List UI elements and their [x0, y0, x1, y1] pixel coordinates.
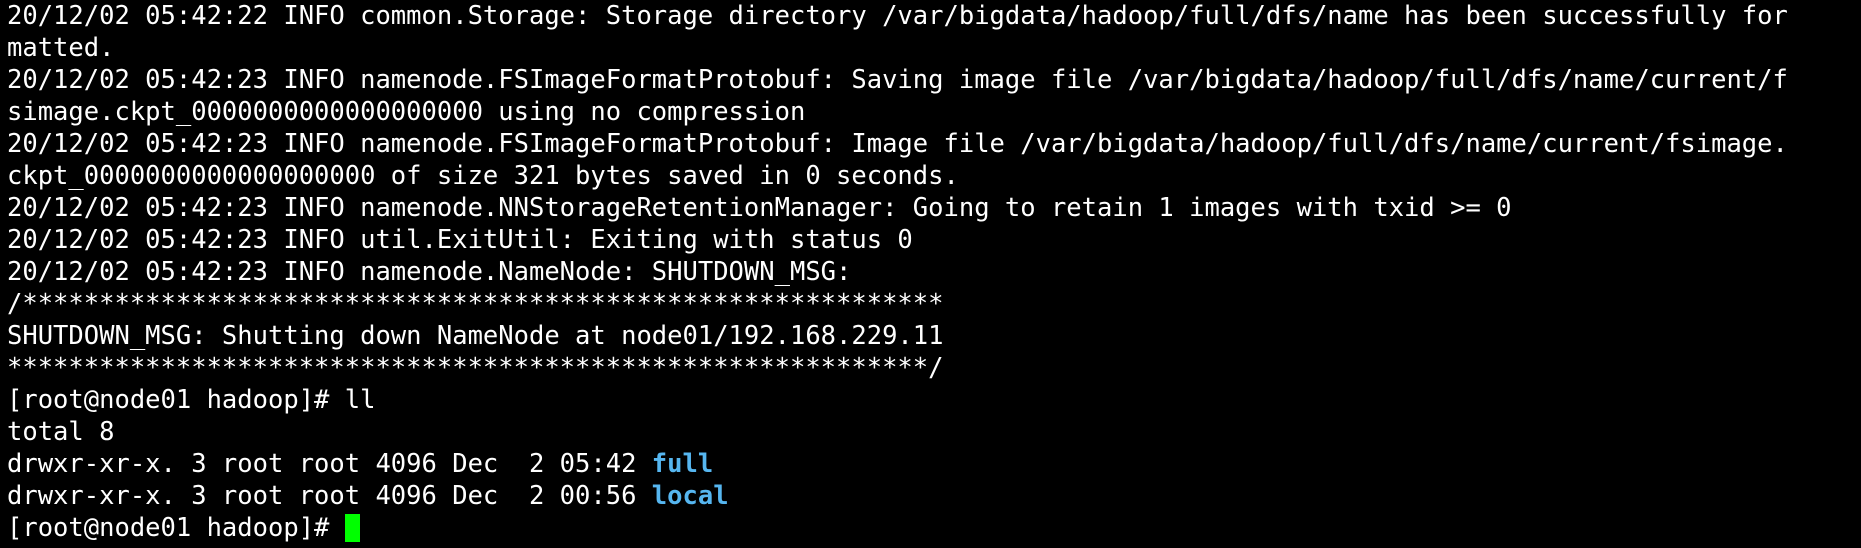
shutdown-message: SHUTDOWN_MSG: Shutting down NameNode at … — [7, 321, 944, 351]
log-line-2: matted. — [7, 33, 115, 63]
prompt-line[interactable]: [root@node01 hadoop]# — [7, 512, 1861, 544]
log-line-1: 20/12/02 05:42:22 INFO common.Storage: S… — [7, 1, 1788, 31]
listing-row-details: drwxr-xr-x. 3 root root 4096 Dec 2 05:42 — [7, 449, 652, 479]
listing-row-details: drwxr-xr-x. 3 root root 4096 Dec 2 00:56 — [7, 481, 652, 511]
directory-name-local: local — [651, 481, 729, 511]
log-line-6: ckpt_0000000000000000000 of size 321 byt… — [7, 161, 959, 191]
shutdown-banner-bottom: ****************************************… — [7, 353, 944, 383]
log-line-8: 20/12/02 05:42:23 INFO util.ExitUtil: Ex… — [7, 225, 913, 255]
command-line-ll: [root@node01 hadoop]# ll — [7, 385, 376, 415]
listing-row: drwxr-xr-x. 3 root root 4096 Dec 2 05:42… — [7, 448, 1861, 480]
log-line-5: 20/12/02 05:42:23 INFO namenode.FSImageF… — [7, 129, 1788, 159]
log-line-3: 20/12/02 05:42:23 INFO namenode.FSImageF… — [7, 65, 1788, 95]
directory-name-full: full — [651, 449, 714, 479]
listing-row: drwxr-xr-x. 3 root root 4096 Dec 2 00:56… — [7, 480, 1861, 512]
log-line-9: 20/12/02 05:42:23 INFO namenode.NameNode… — [7, 257, 852, 287]
terminal-window[interactable]: 20/12/02 05:42:22 INFO common.Storage: S… — [0, 0, 1861, 548]
text-cursor[interactable] — [344, 514, 360, 542]
listing-total: total 8 — [7, 417, 115, 447]
shell-prompt: [root@node01 hadoop]# — [7, 513, 345, 543]
log-line-7: 20/12/02 05:42:23 INFO namenode.NNStorag… — [7, 193, 1512, 223]
shutdown-banner-top: /***************************************… — [7, 289, 944, 319]
log-line-4: simage.ckpt_0000000000000000000 using no… — [7, 97, 806, 127]
